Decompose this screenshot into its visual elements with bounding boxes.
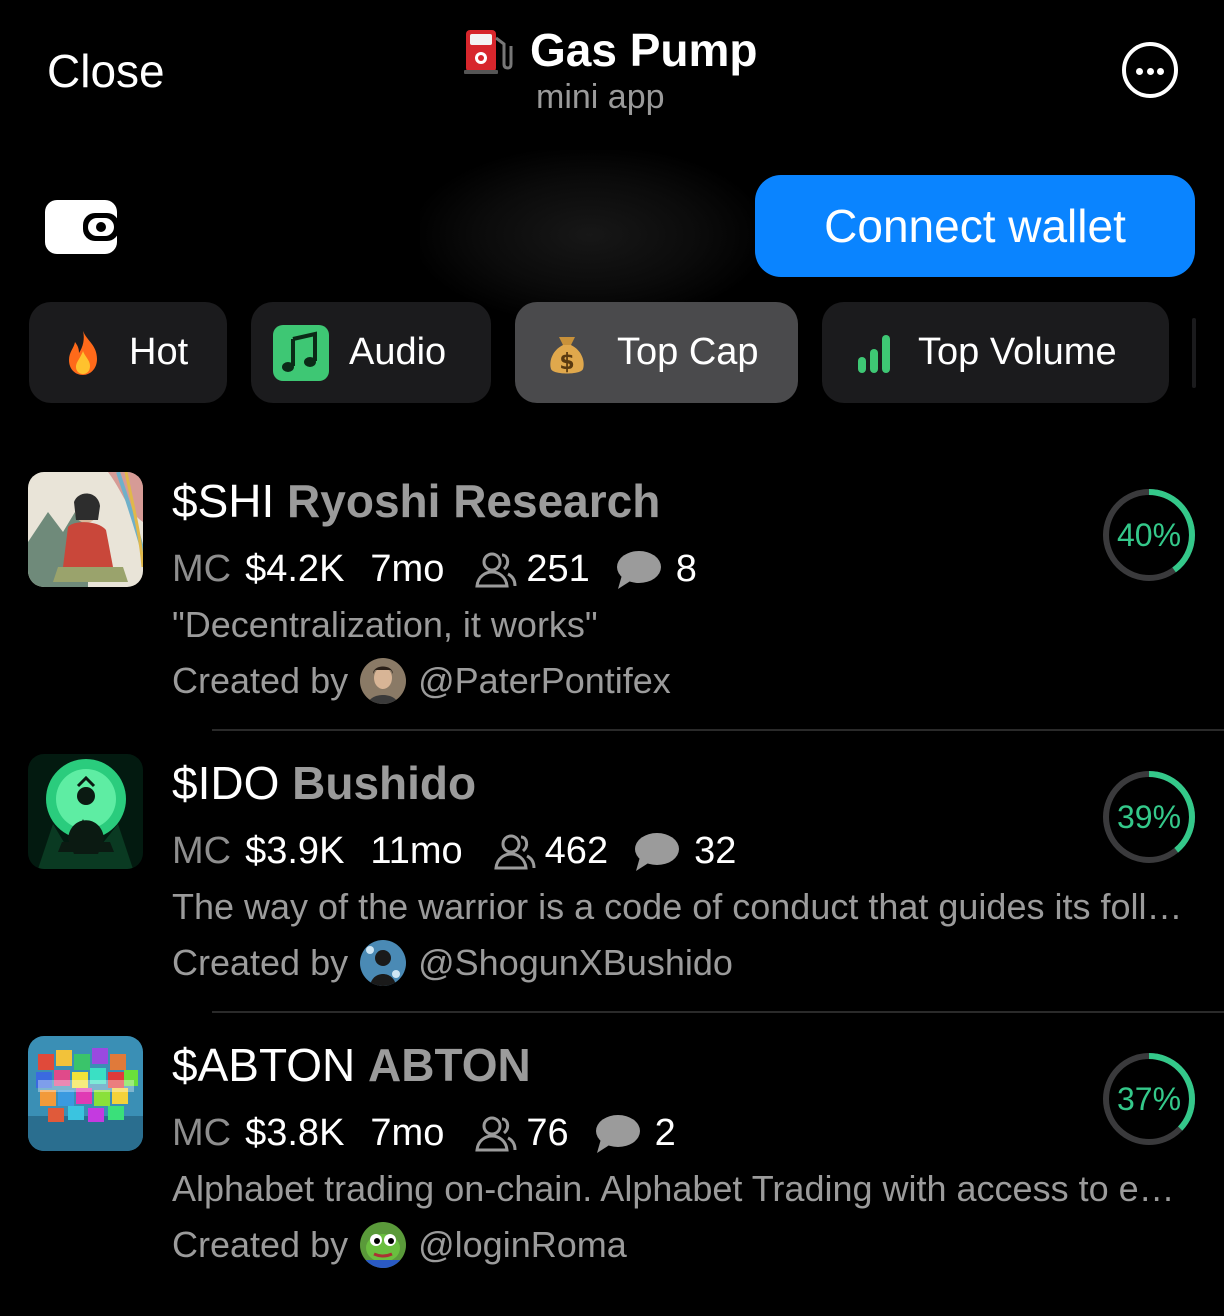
token-title: $SHI Ryoshi Research (172, 474, 660, 528)
holders-count: 76 (526, 1112, 569, 1154)
token-stats: MC $3.8K 7mo 76 2 (172, 1112, 676, 1155)
creator-link[interactable]: @PaterPontifex (418, 660, 671, 702)
money-bag-icon: $ (550, 336, 584, 375)
holders-count: 251 (526, 548, 590, 590)
token-title: $IDO Bushido (172, 756, 476, 810)
comment-icon (635, 832, 680, 871)
token-age: 7mo (370, 1112, 445, 1154)
holders-icon (494, 834, 536, 869)
token-name: ABTON (368, 1039, 531, 1091)
creator-avatar (360, 940, 407, 986)
tab-label: Audio (349, 331, 447, 373)
token-image (28, 754, 143, 869)
comment-icon (595, 1114, 640, 1153)
replies-count: 2 (654, 1112, 676, 1154)
token-ticker: $SHI (172, 475, 275, 527)
holders-count: 462 (544, 830, 609, 872)
progress-percent: 40% (1116, 516, 1182, 553)
token-description: The way of the warrior is a code of cond… (172, 886, 1187, 927)
page-title: Gas Pump (530, 24, 758, 76)
tab-audio[interactable]: Audio (251, 302, 491, 403)
list-item[interactable]: $IDO Bushido MC $3.9K 11mo 462 32 The wa… (0, 754, 1224, 1034)
fire-icon (69, 330, 97, 375)
progress-percent: 37% (1116, 1080, 1182, 1117)
background-glow (420, 150, 760, 320)
tab-label: Top Volume (918, 331, 1117, 373)
token-ticker: $ABTON (172, 1039, 356, 1091)
page-subtitle: mini app (536, 78, 665, 116)
list-item[interactable]: $SHI Ryoshi Research MC $4.2K 7mo 251 8 … (0, 472, 1224, 752)
music-note-icon (273, 324, 329, 381)
token-name: Ryoshi Research (287, 475, 661, 527)
created-by-label: Created by (172, 942, 349, 983)
market-cap-value: $4.2K (245, 548, 345, 590)
token-age: 7mo (370, 548, 445, 590)
market-cap-label: MC (172, 548, 232, 590)
divider (212, 1011, 1224, 1013)
creator-avatar (360, 1222, 407, 1268)
creator-row: Created by @ShogunXBushido (172, 940, 733, 986)
tab-label: Hot (129, 331, 189, 373)
creator-link[interactable]: @ShogunXBushido (418, 942, 733, 984)
tab-label: Top Cap (617, 331, 759, 373)
token-stats: MC $3.9K 11mo 462 32 (172, 830, 736, 873)
market-cap-label: MC (172, 830, 232, 872)
creator-avatar (360, 658, 407, 704)
market-cap-value: $3.9K (245, 830, 345, 872)
tab-hot[interactable]: Hot (29, 302, 227, 403)
token-title: $ABTON ABTON (172, 1038, 531, 1092)
holders-icon (475, 552, 517, 587)
progress-percent: 39% (1116, 798, 1182, 835)
bar-chart-icon (858, 334, 890, 373)
replies-count: 8 (675, 548, 697, 590)
connect-wallet-button[interactable]: Connect wallet (755, 175, 1195, 277)
created-by-label: Created by (172, 1224, 349, 1265)
market-cap-label: MC (172, 1112, 232, 1154)
more-icon (1136, 68, 1143, 75)
token-age: 11mo (370, 830, 463, 872)
token-image (28, 1036, 143, 1151)
token-image (28, 472, 143, 587)
close-button[interactable]: Close (47, 44, 165, 98)
tab-top-volume[interactable]: Top Volume (822, 302, 1169, 403)
next-tab-edge[interactable] (1192, 318, 1196, 388)
market-cap-value: $3.8K (245, 1112, 345, 1154)
divider (212, 729, 1224, 731)
more-options-button[interactable] (1122, 42, 1178, 98)
token-description: Alphabet trading on-chain. Alphabet Trad… (172, 1168, 1187, 1209)
tab-top-cap[interactable]: $ Top Cap (515, 302, 798, 403)
svg-text:$: $ (559, 350, 574, 375)
creator-row: Created by @PaterPontifex (172, 658, 671, 704)
creator-link[interactable]: @loginRoma (418, 1224, 627, 1266)
creator-row: Created by @loginRoma (172, 1222, 627, 1268)
token-stats: MC $4.2K 7mo 251 8 (172, 548, 697, 591)
fuel-pump-icon (464, 30, 513, 74)
holders-icon (475, 1116, 517, 1151)
token-name: Bushido (292, 757, 477, 809)
replies-count: 32 (694, 830, 737, 872)
token-description: "Decentralization, it works" (172, 604, 598, 645)
comment-icon (616, 550, 661, 589)
token-ticker: $IDO (172, 757, 280, 809)
list-item[interactable]: $ABTON ABTON MC $3.8K 7mo 76 2 Alphabet … (0, 1036, 1224, 1316)
created-by-label: Created by (172, 660, 349, 701)
wallet-icon[interactable] (45, 198, 119, 256)
app-title-block: Gas Pump mini app (460, 20, 790, 120)
